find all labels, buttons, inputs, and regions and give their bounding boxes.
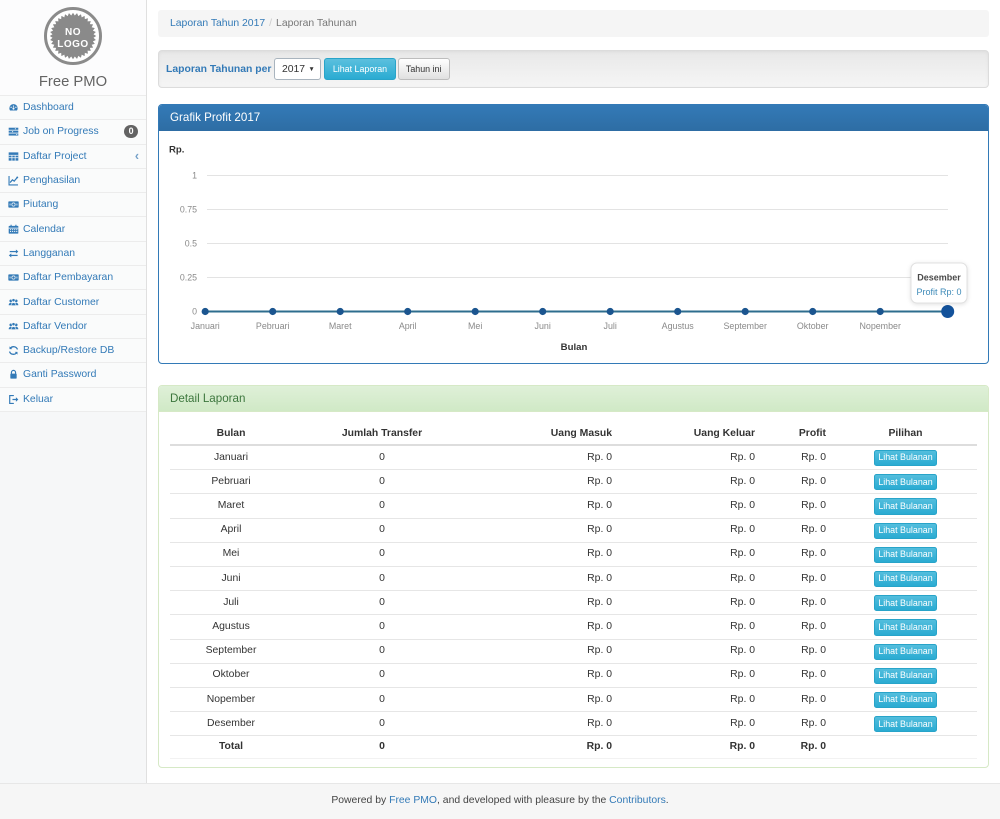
svg-text:Agustus: Agustus — [662, 321, 695, 331]
svg-text:April: April — [399, 321, 417, 331]
svg-text:Profit Rp: 0: Profit Rp: 0 — [916, 287, 961, 297]
svg-text:0.5: 0.5 — [185, 239, 197, 249]
svg-text:0: 0 — [192, 307, 197, 317]
svg-text:Desember: Desember — [917, 273, 961, 283]
svg-text:0.75: 0.75 — [180, 205, 197, 215]
svg-text:Rp.: Rp. — [169, 145, 184, 156]
svg-text:0.25: 0.25 — [180, 273, 197, 283]
svg-text:LOGO: LOGO — [57, 39, 88, 50]
svg-text:NO: NO — [65, 27, 81, 38]
svg-text:Januari: Januari — [191, 321, 220, 331]
svg-text:Oktober: Oktober — [797, 321, 829, 331]
svg-text:1: 1 — [192, 171, 197, 181]
svg-text:Mei: Mei — [468, 321, 482, 331]
svg-text:Pebruari: Pebruari — [256, 321, 290, 331]
svg-text:Juli: Juli — [604, 321, 617, 331]
svg-text:Maret: Maret — [329, 321, 352, 331]
svg-text:Nopember: Nopember — [859, 321, 900, 331]
svg-text:Juni: Juni — [535, 321, 551, 331]
svg-text:Bulan: Bulan — [561, 342, 588, 353]
svg-text:September: September — [723, 321, 766, 331]
